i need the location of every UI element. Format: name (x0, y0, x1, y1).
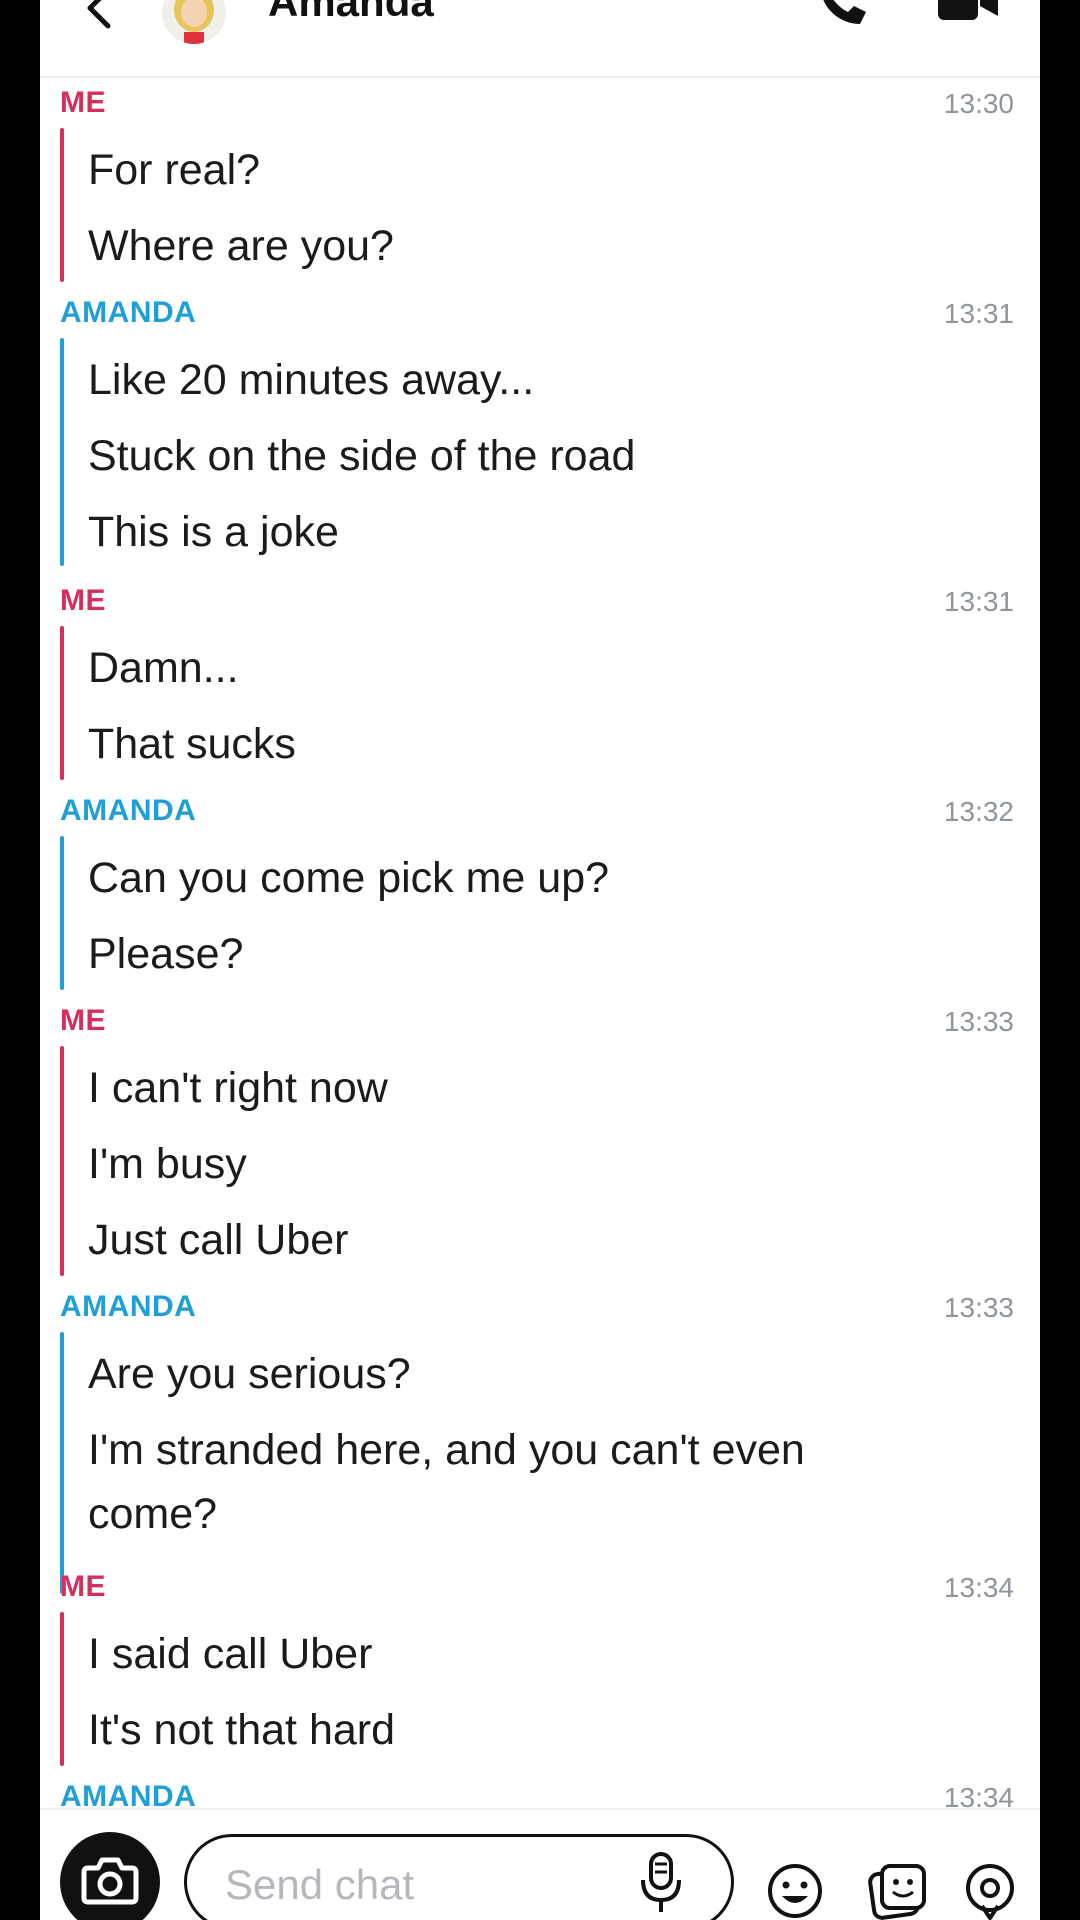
timestamp: 13:34 (943, 1572, 1014, 1603)
video-icon (938, 0, 998, 20)
chat-header: Amanda (40, 0, 1040, 78)
timestamp: 13:33 (943, 1006, 1014, 1037)
message-text[interactable]: Where are you? (88, 214, 968, 278)
sender-bar (60, 128, 64, 282)
sticker-button[interactable] (868, 1862, 928, 1920)
timestamp: 13:31 (943, 586, 1014, 617)
sender-bar (60, 1046, 64, 1276)
message-text[interactable]: This is a joke (88, 500, 968, 564)
back-icon (87, 0, 111, 29)
voice-note-button[interactable] (638, 1852, 684, 1914)
emoji-button[interactable] (766, 1862, 824, 1920)
sender-label: AMANDA (60, 1290, 197, 1323)
timestamp: 13:33 (943, 1292, 1014, 1323)
timestamp: 13:30 (943, 88, 1014, 119)
chat-input-placeholder: Send chat (225, 1861, 415, 1908)
message-text[interactable]: come? (88, 1482, 968, 1546)
avatar[interactable] (162, 0, 226, 44)
sender-label: AMANDA (60, 296, 197, 329)
call-icon (823, 0, 866, 24)
message-text[interactable]: Just call Uber (88, 1208, 968, 1272)
chat-screen: Amanda ME 13:30 For real? Where are you?… (40, 0, 1040, 1920)
chat-title[interactable]: Amanda (268, 0, 434, 26)
mic-icon (641, 1852, 681, 1912)
chat-composer: Send chat (40, 1808, 1040, 1920)
message-text[interactable]: I'm stranded here, and you can't even (88, 1418, 968, 1482)
message-text[interactable]: I can't right now (88, 1056, 968, 1120)
sender-label: ME (60, 584, 106, 617)
message-text[interactable]: Can you come pick me up? (88, 846, 968, 910)
message-text[interactable]: Are you serious? (88, 1342, 968, 1406)
sender-bar (60, 338, 64, 566)
sender-bar (60, 1332, 64, 1594)
message-text[interactable]: It's not that hard (88, 1698, 968, 1762)
sticker-icon (868, 1864, 926, 1920)
sender-label: ME (60, 1570, 106, 1603)
bitmoji-icon (174, 0, 214, 44)
back-button[interactable] (78, 0, 118, 36)
timestamp: 13:32 (943, 796, 1014, 827)
message-text[interactable]: Damn... (88, 636, 968, 700)
camera-button[interactable] (60, 1832, 160, 1920)
message-text[interactable]: I said call Uber (88, 1622, 968, 1686)
sender-label: ME (60, 86, 106, 119)
location-button[interactable] (962, 1862, 1018, 1920)
message-text[interactable]: Like 20 minutes away... (88, 348, 968, 412)
sender-label: AMANDA (60, 794, 197, 827)
message-text[interactable]: I'm busy (88, 1132, 968, 1196)
message-text[interactable]: Please? (88, 922, 968, 986)
location-icon (966, 1864, 1014, 1920)
camera-icon (81, 1857, 139, 1905)
sender-label: ME (60, 1004, 106, 1037)
message-text[interactable]: For real? (88, 138, 968, 202)
sender-bar (60, 1612, 64, 1766)
video-call-button[interactable] (936, 0, 1000, 26)
message-text[interactable]: That sucks (88, 712, 968, 776)
sender-bar (60, 626, 64, 780)
timestamp: 13:31 (943, 298, 1014, 329)
sender-bar (60, 836, 64, 990)
call-button[interactable] (814, 0, 870, 30)
emoji-icon (768, 1864, 822, 1918)
message-text[interactable]: Stuck on the side of the road (88, 424, 968, 488)
